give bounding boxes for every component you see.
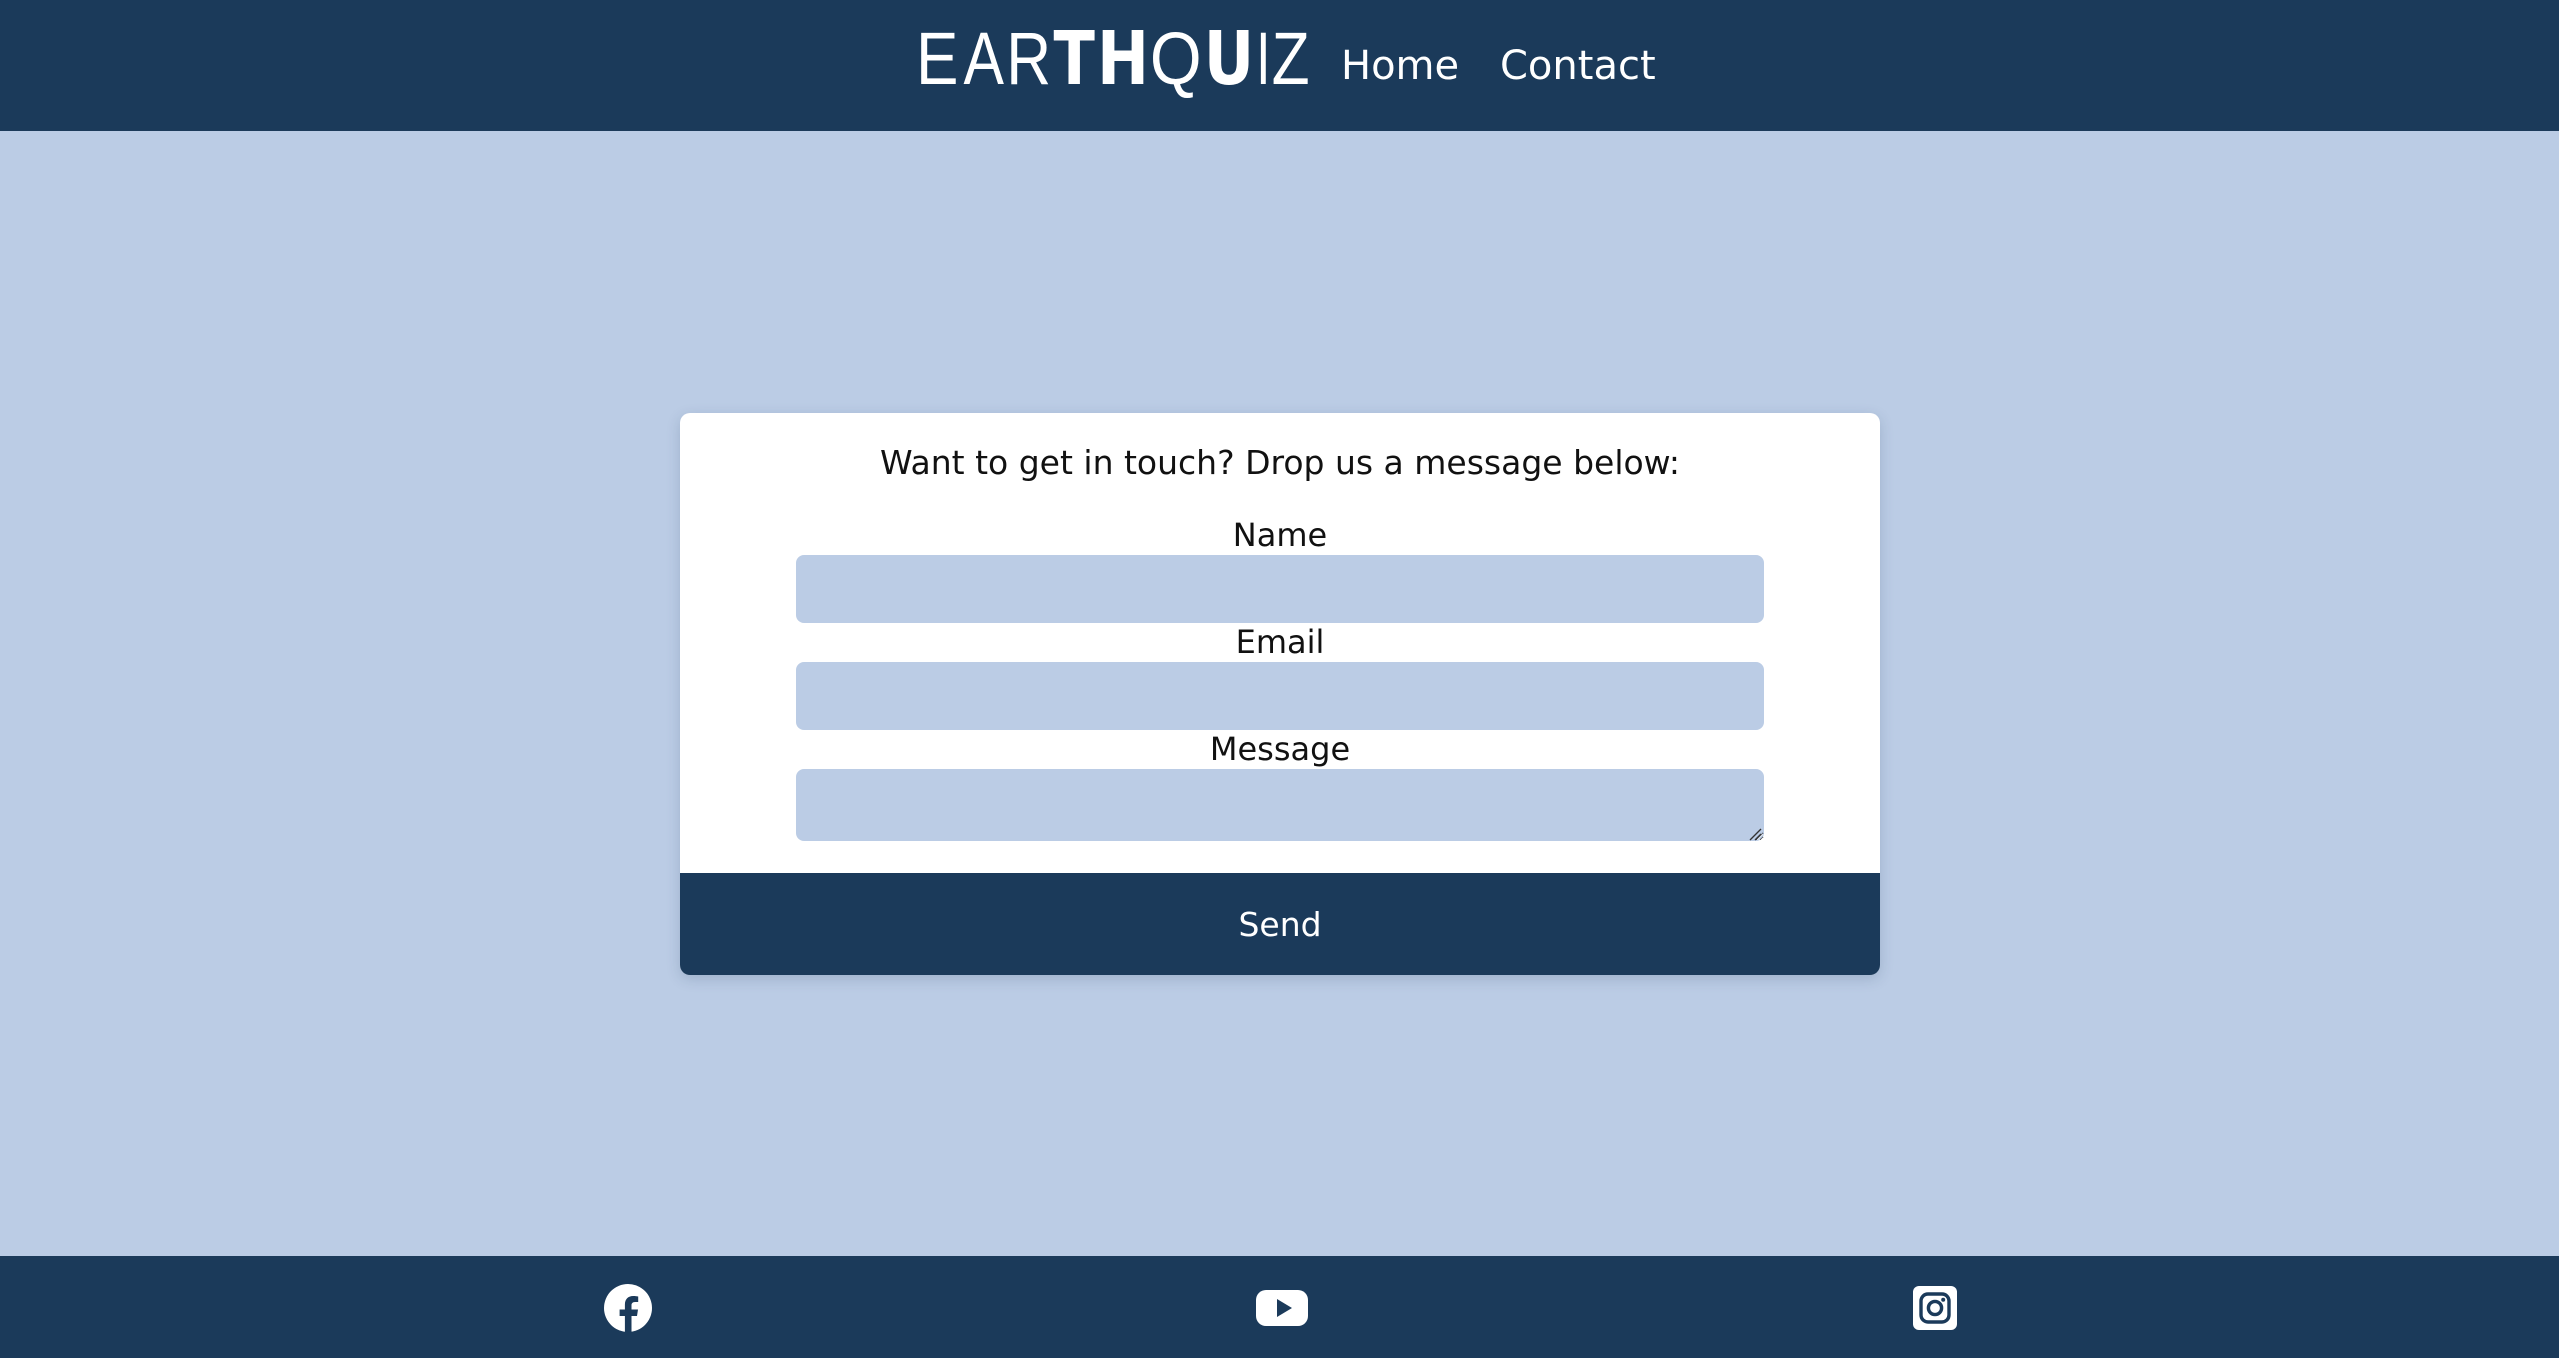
message-textarea[interactable]: [796, 769, 1764, 841]
logo-letter: U: [1203, 16, 1255, 102]
logo-letter: Q: [1149, 17, 1202, 100]
logo-letter: Z: [1271, 17, 1310, 100]
logo-letter: H: [1096, 16, 1149, 102]
send-button[interactable]: Send: [680, 873, 1880, 975]
site-header: E A R T H Q U I Z Home Contact: [0, 0, 2559, 131]
name-input[interactable]: [796, 555, 1764, 623]
logo-letter: E: [916, 17, 959, 100]
email-input[interactable]: [796, 662, 1764, 730]
logo-letter: I: [1256, 17, 1271, 100]
facebook-icon[interactable]: [602, 1282, 654, 1334]
logo-letter: R: [1005, 17, 1051, 100]
email-label: Email: [1235, 623, 1325, 661]
message-label: Message: [1209, 730, 1351, 768]
contact-form-card: Want to get in touch? Drop us a message …: [680, 413, 1880, 975]
name-label: Name: [1232, 516, 1328, 554]
nav-link-home[interactable]: Home: [1341, 38, 1459, 94]
nav-link-contact[interactable]: Contact: [1500, 38, 1656, 94]
instagram-icon[interactable]: [1909, 1282, 1961, 1334]
form-intro-text: Want to get in touch? Drop us a message …: [880, 443, 1680, 482]
logo-letter: A: [963, 17, 1005, 100]
site-footer: [0, 1256, 2559, 1358]
earthquiz-logo[interactable]: E A R T H Q U I Z: [916, 22, 1313, 97]
logo-letter: T: [1053, 16, 1096, 102]
youtube-icon[interactable]: [1256, 1282, 1308, 1334]
